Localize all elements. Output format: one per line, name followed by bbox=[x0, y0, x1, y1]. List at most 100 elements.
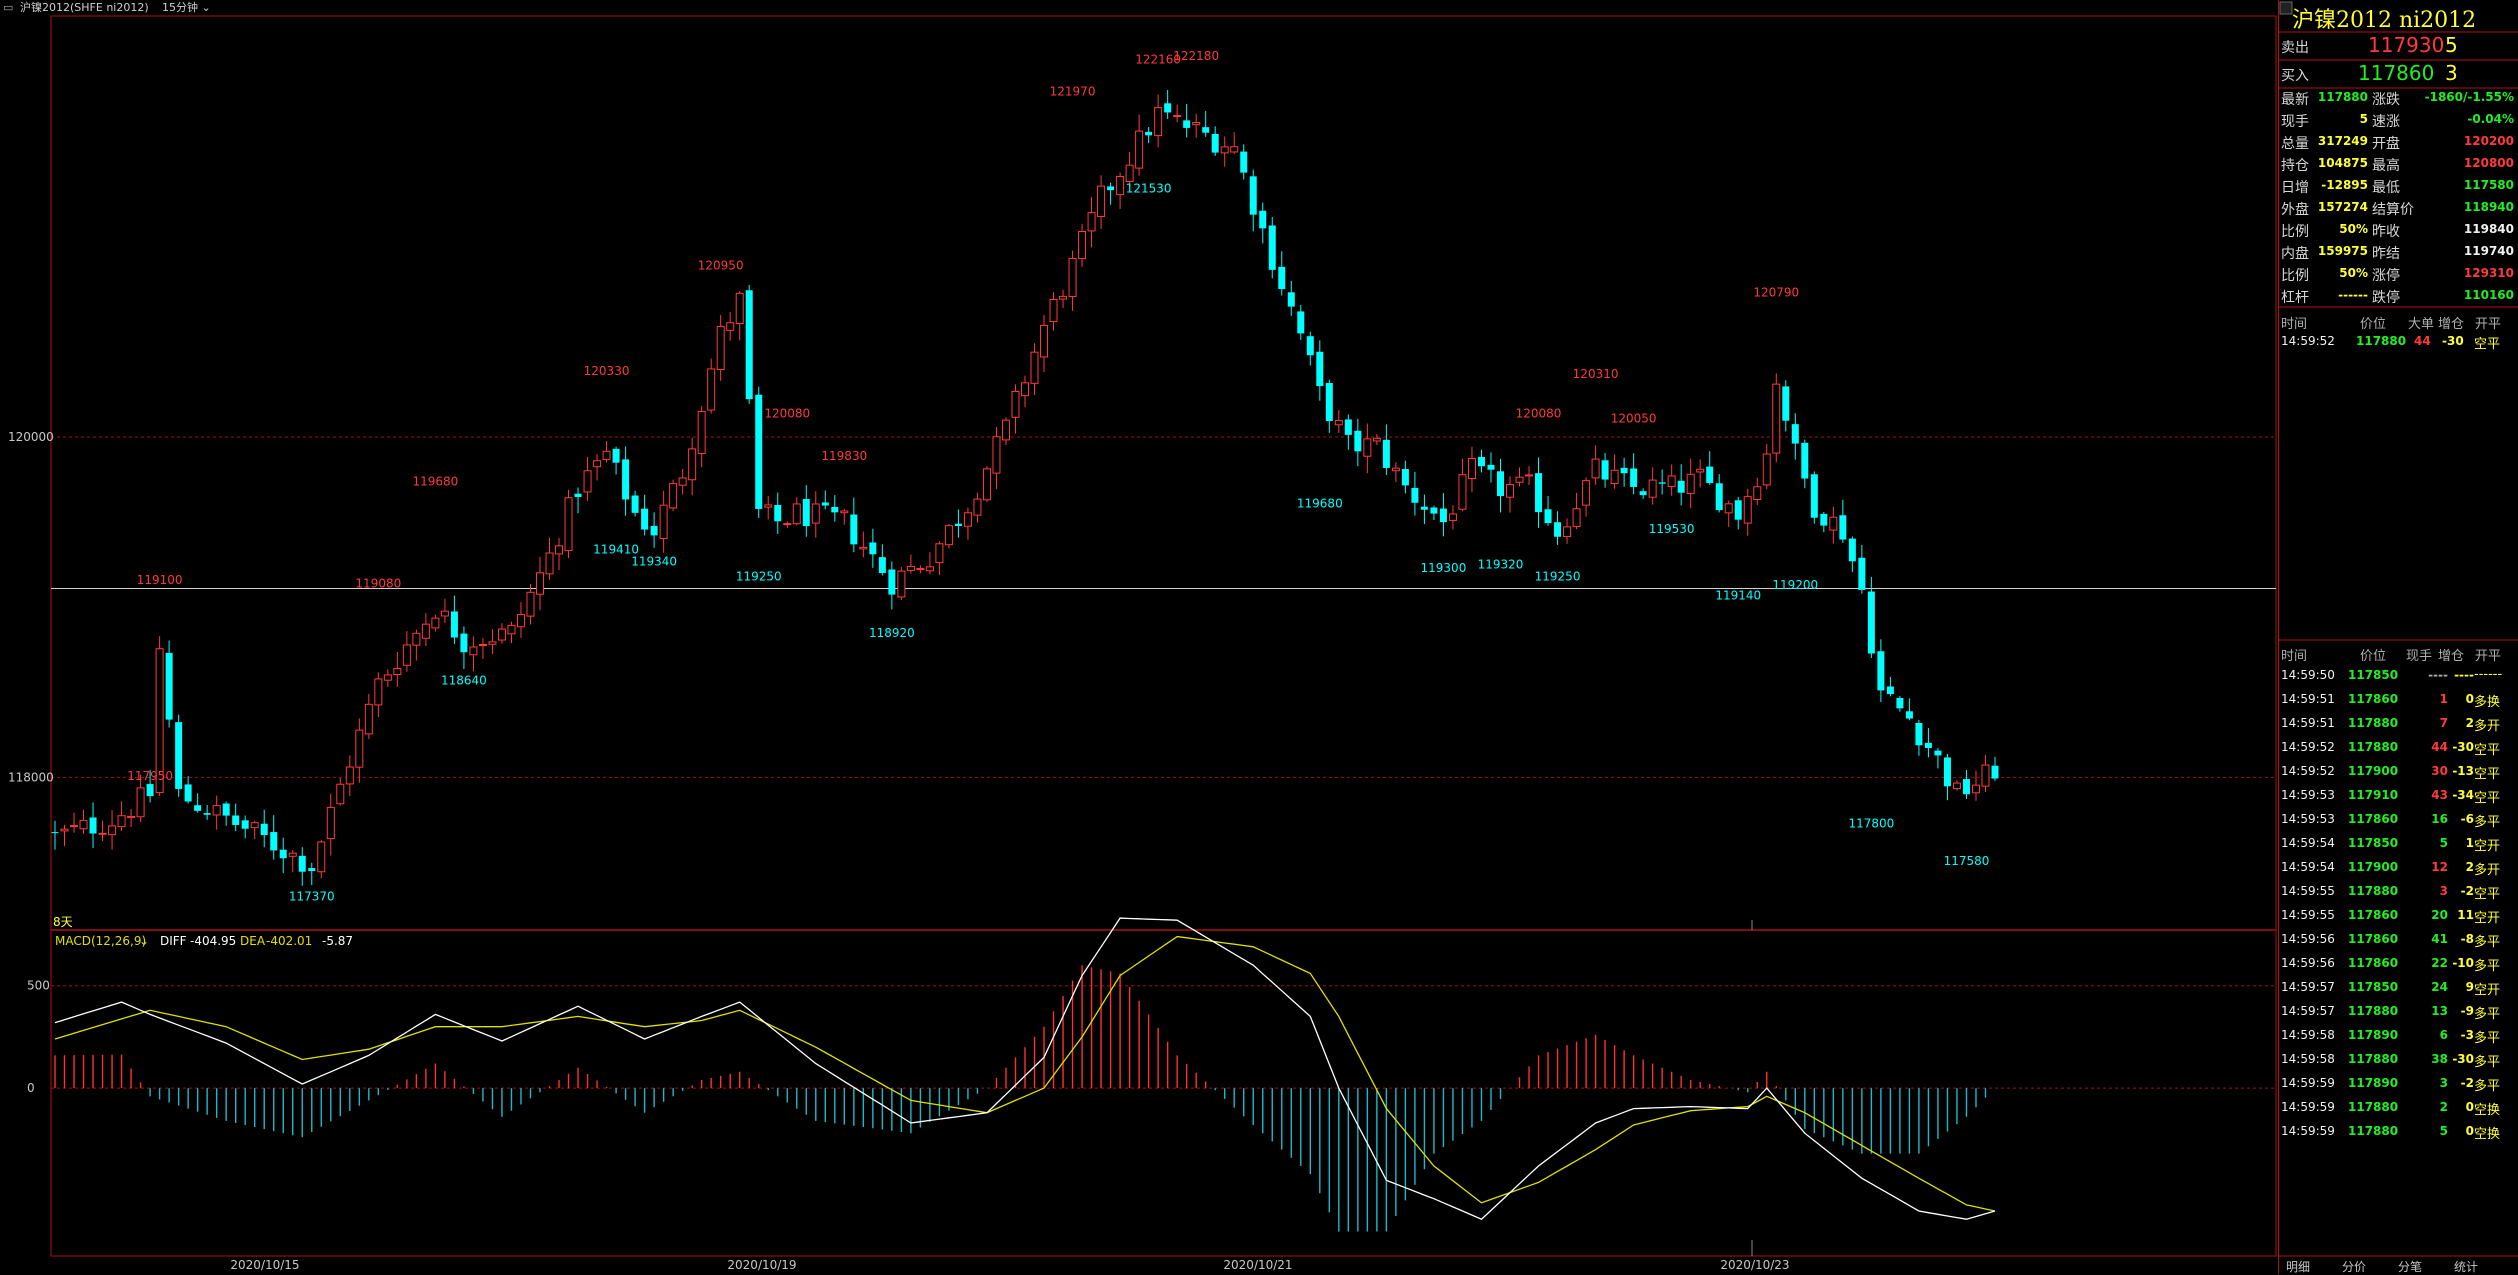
candle bbox=[507, 621, 516, 644]
candle bbox=[631, 490, 639, 517]
candle bbox=[1011, 384, 1020, 434]
quote-label[interactable]: 结算价 bbox=[2372, 199, 2414, 219]
row-price: 117880 bbox=[2348, 1052, 2399, 1066]
candle bbox=[869, 528, 877, 568]
row-vol: ---- bbox=[2428, 668, 2448, 682]
quote-label: 杠杆 bbox=[2281, 290, 2309, 306]
candle-body-down bbox=[1943, 757, 1951, 787]
candle-body-down bbox=[1325, 382, 1333, 422]
row-time: 14:59:53 bbox=[2281, 788, 2335, 802]
candle bbox=[1467, 446, 1476, 493]
candle bbox=[697, 405, 706, 468]
row-price: 117880 bbox=[2348, 884, 2399, 898]
row-vol: 41 bbox=[2431, 932, 2448, 946]
candle bbox=[1667, 464, 1676, 496]
candle bbox=[1487, 452, 1495, 483]
low-price-label: 119320 bbox=[1478, 558, 1524, 572]
candle bbox=[326, 793, 335, 856]
candle bbox=[127, 808, 136, 828]
candle bbox=[574, 487, 582, 514]
quote-value: 5 bbox=[2359, 112, 2368, 126]
candle-body-up bbox=[583, 470, 592, 493]
row-vol: 7 bbox=[2439, 716, 2448, 730]
candle-body-down bbox=[574, 493, 582, 497]
candle-body-up bbox=[383, 674, 392, 681]
tab-2[interactable]: 分笔 bbox=[2398, 1258, 2422, 1275]
bid-label: 买入 bbox=[2281, 68, 2309, 84]
col-price: 价位 bbox=[2360, 649, 2387, 664]
candle-body-up bbox=[1648, 479, 1657, 498]
candle bbox=[1059, 289, 1068, 308]
candle-body-up bbox=[1372, 437, 1381, 442]
candle bbox=[526, 583, 535, 625]
row-big: 44 bbox=[2414, 334, 2431, 348]
candle-body-down bbox=[1991, 765, 1999, 779]
row-oc: 多平 bbox=[2474, 935, 2501, 950]
candle bbox=[536, 556, 544, 611]
candle-body-up bbox=[840, 510, 849, 514]
candle bbox=[878, 544, 886, 576]
candle bbox=[497, 623, 506, 644]
candle-body-up bbox=[516, 614, 525, 628]
macd-title[interactable]: MACD(12,26,9) bbox=[55, 934, 146, 948]
candle-body-down bbox=[1820, 513, 1828, 526]
row-oc: 空开 bbox=[2474, 911, 2501, 926]
candle bbox=[659, 490, 668, 553]
tab-1[interactable]: 分价 bbox=[2342, 1258, 2366, 1275]
price-grid bbox=[51, 436, 2276, 778]
candle-body-down bbox=[1934, 750, 1942, 756]
row-price: 117880 bbox=[2348, 740, 2399, 754]
candle-body-up bbox=[355, 729, 364, 768]
quote-value: 159975 bbox=[2317, 244, 2368, 258]
row-vol: 16 bbox=[2431, 812, 2448, 826]
candle bbox=[1563, 518, 1572, 544]
low-price-label: 119250 bbox=[1535, 570, 1581, 584]
tab-3[interactable]: 统计 bbox=[2454, 1258, 2478, 1275]
row-time: 14:59:55 bbox=[2281, 884, 2335, 898]
candle bbox=[241, 815, 249, 839]
candle-body-up bbox=[60, 828, 69, 832]
quote-value: 110160 bbox=[2463, 288, 2514, 302]
candles[interactable] bbox=[51, 89, 1999, 886]
col-oc: 开平 bbox=[2475, 317, 2502, 332]
candle-body-down bbox=[1439, 508, 1447, 523]
high-price-label: 122180 bbox=[1173, 49, 1219, 63]
candle bbox=[374, 672, 383, 718]
candle-body-up bbox=[906, 565, 915, 571]
candle bbox=[412, 629, 421, 661]
candle bbox=[669, 479, 678, 511]
candle bbox=[516, 602, 525, 639]
candle-body-down bbox=[1354, 430, 1362, 452]
candle bbox=[688, 437, 697, 496]
candle bbox=[707, 358, 716, 414]
price-tick-label: 120000 bbox=[8, 430, 54, 444]
candle bbox=[1411, 471, 1419, 516]
candle-body-down bbox=[1249, 176, 1257, 215]
row-vol: 43 bbox=[2431, 788, 2448, 802]
candle bbox=[1620, 457, 1628, 487]
quote-label: 涨停 bbox=[2372, 268, 2400, 284]
row-chg: -30 bbox=[2452, 740, 2474, 754]
quote-value: 50% bbox=[2339, 222, 2368, 236]
candle-body-down bbox=[89, 817, 97, 834]
row-price: 117890 bbox=[2348, 1076, 2399, 1090]
candle bbox=[1173, 104, 1182, 123]
candle-body-up bbox=[1334, 420, 1343, 426]
candle bbox=[1382, 424, 1390, 476]
candle-body-down bbox=[260, 823, 268, 836]
bid-price[interactable]: 117860 bbox=[2358, 61, 2434, 85]
row-time: 14:59:54 bbox=[2281, 836, 2335, 850]
candle bbox=[79, 809, 88, 835]
candle bbox=[345, 755, 354, 797]
candle bbox=[1287, 280, 1295, 316]
candle-body-down bbox=[1734, 500, 1742, 520]
candle bbox=[1706, 451, 1714, 485]
period-count-label: 8天 bbox=[53, 915, 73, 929]
chevron-down-icon[interactable]: ⌄ bbox=[139, 934, 149, 948]
ask-price[interactable]: 117930 bbox=[2368, 33, 2444, 57]
quote-label: 比例 bbox=[2281, 268, 2309, 284]
kline-chart[interactable]: 117950 119100 119080 119680 120330 120950 1200… bbox=[0, 0, 2278, 1274]
row-chg: -8 bbox=[2460, 932, 2474, 946]
candle-body-down bbox=[241, 820, 249, 829]
tab-0[interactable]: 明细 bbox=[2286, 1258, 2310, 1275]
